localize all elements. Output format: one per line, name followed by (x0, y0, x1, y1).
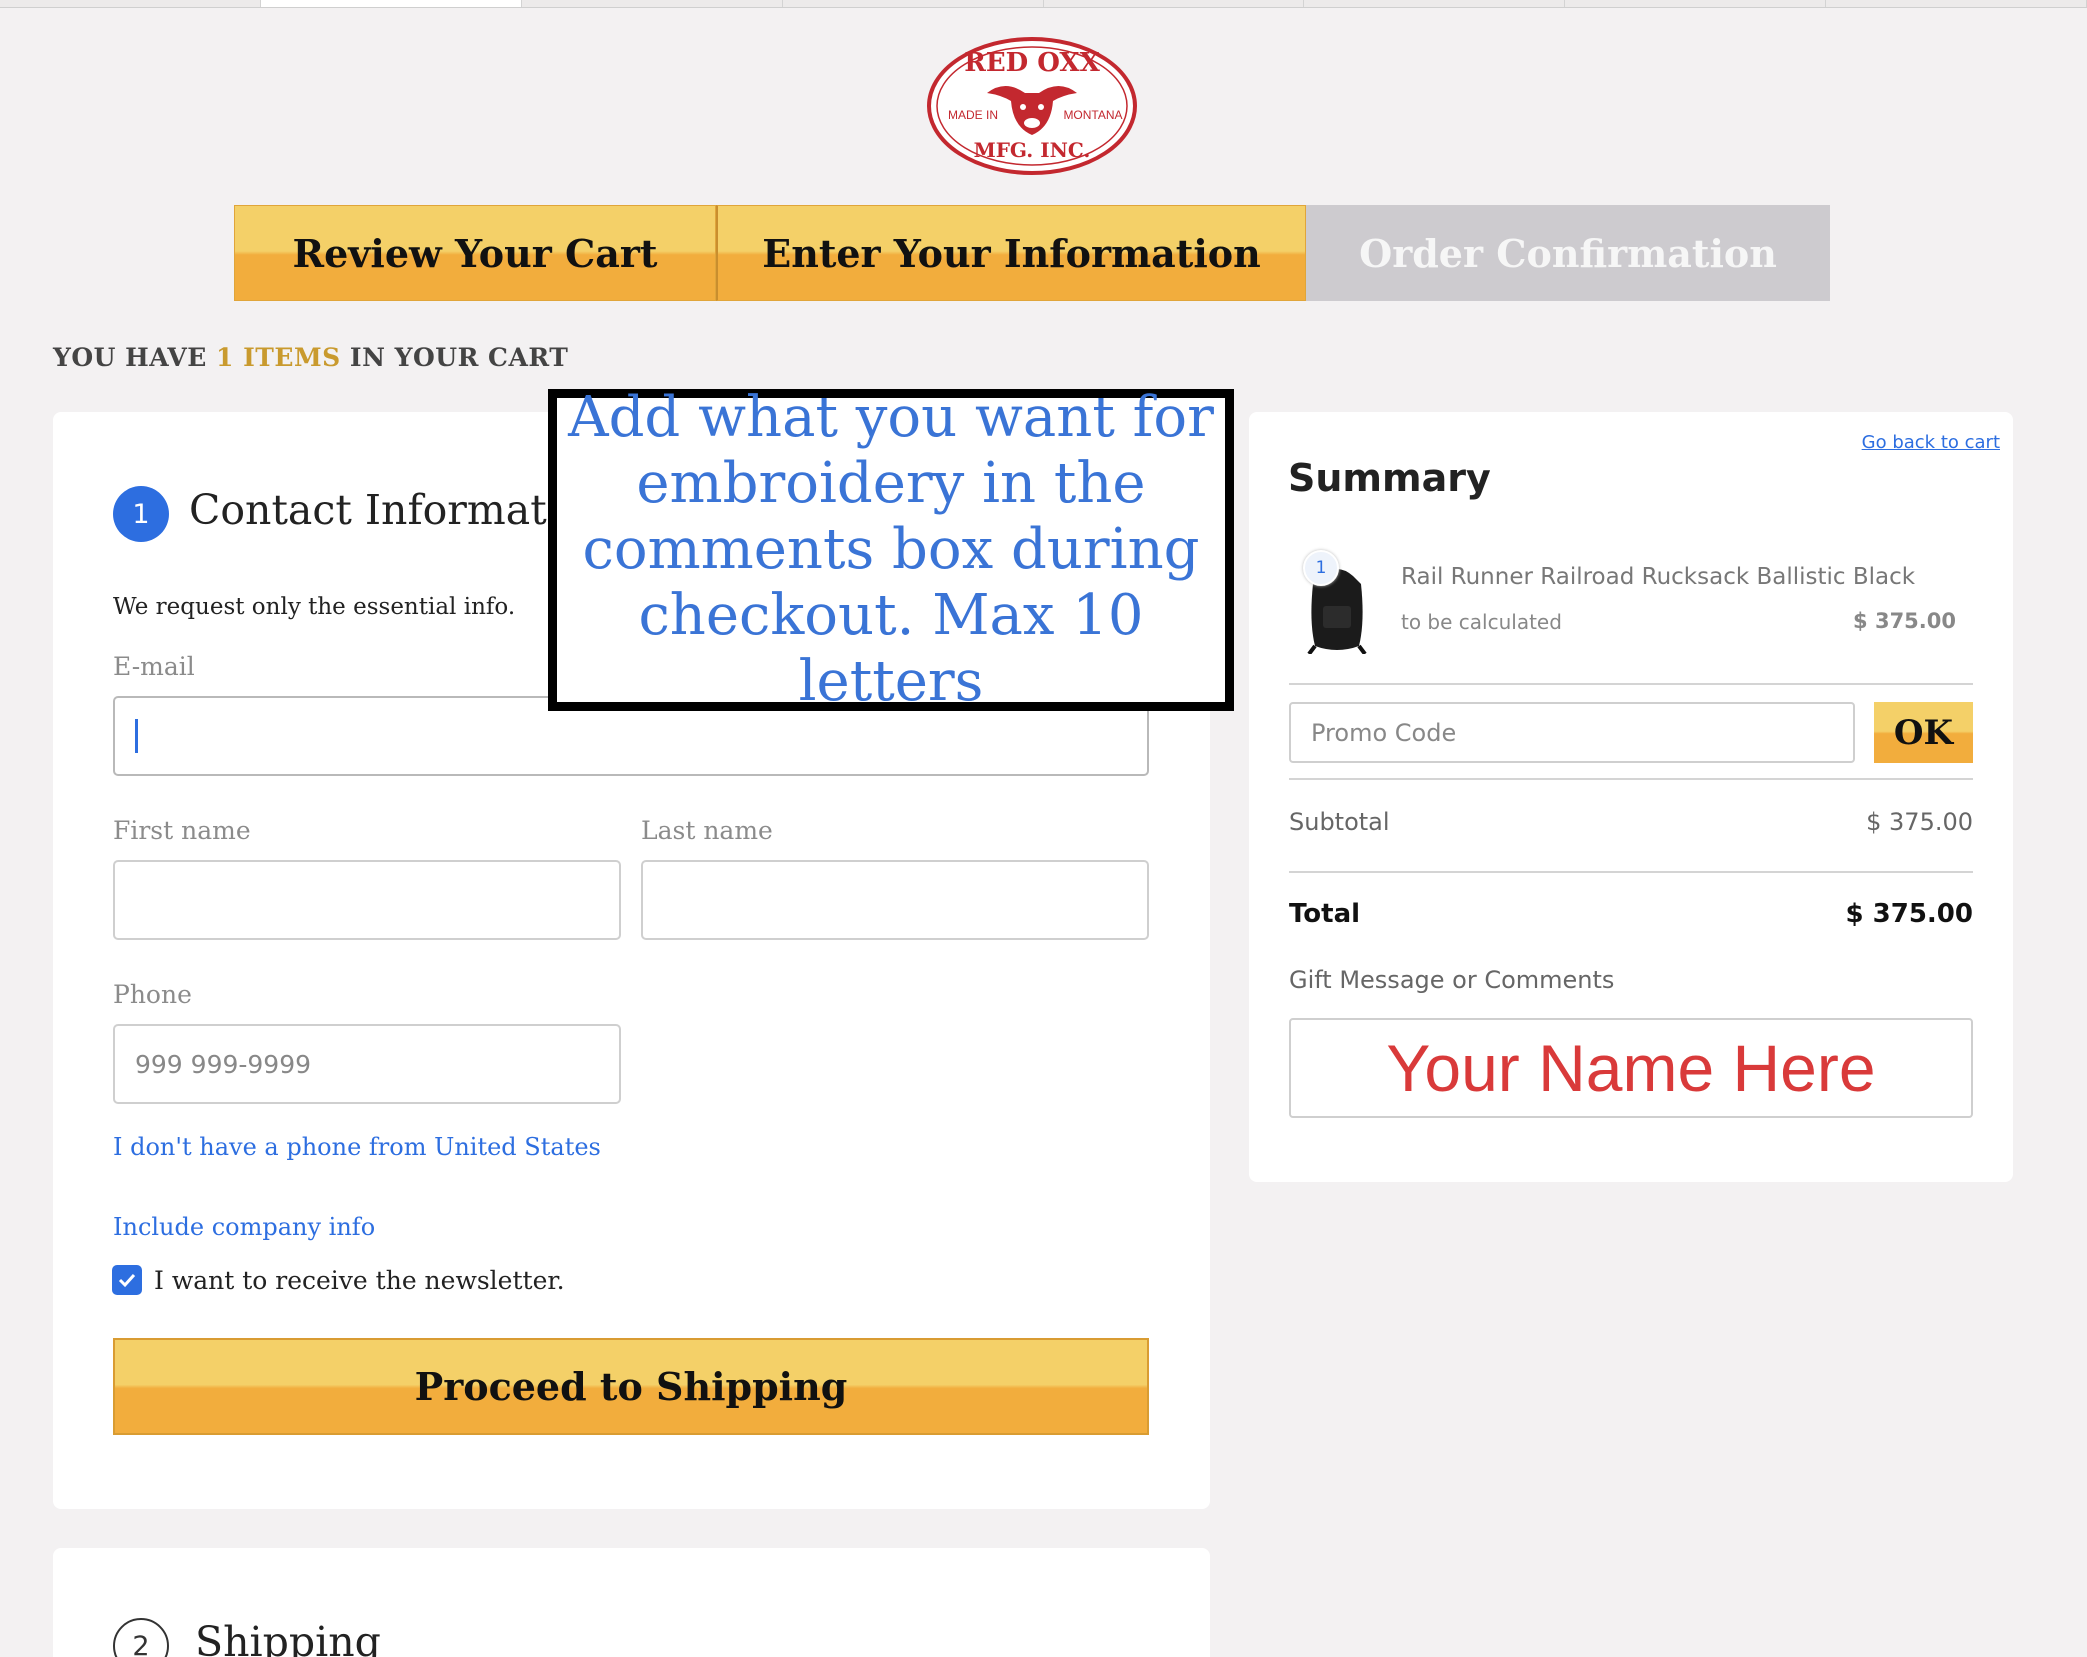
divider (1289, 778, 1973, 780)
section-title: Shipping (195, 1618, 381, 1657)
quantity-badge: 1 (1303, 550, 1339, 586)
subtotal-value: $ 375.00 (1866, 808, 1973, 836)
browser-tab[interactable] (783, 0, 1044, 7)
cart-count-prefix: YOU HAVE (53, 343, 207, 372)
step-label: Order Confirmation (1359, 230, 1777, 276)
note-text: Add what you want for embroidery in the … (568, 385, 1214, 714)
no-phone-link[interactable]: I don't have a phone from United States (113, 1133, 601, 1161)
browser-tab[interactable] (522, 0, 783, 7)
first-name-field[interactable] (113, 860, 621, 940)
intro-text: We request only the essential info. (113, 594, 516, 620)
first-name-label: First name (113, 816, 251, 845)
divider (1289, 871, 1973, 873)
browser-tab[interactable] (1304, 0, 1566, 7)
promo-ok-button[interactable]: OK (1874, 702, 1973, 763)
svg-text:MADE IN: MADE IN (948, 108, 998, 122)
button-label: Proceed to Shipping (414, 1364, 848, 1409)
phone-placeholder: 999 999-9999 (135, 1049, 312, 1079)
cart-count: YOU HAVE 1 ITEMS IN YOUR CART (53, 343, 568, 372)
promo-code-input[interactable]: Promo Code (1289, 702, 1855, 763)
cart-count-suffix: IN YOUR CART (349, 343, 569, 372)
gift-message-label: Gift Message or Comments (1289, 966, 1615, 994)
step-number-badge: 2 (113, 1618, 169, 1657)
phone-field[interactable]: 999 999-9999 (113, 1024, 621, 1104)
browser-tab-strip (0, 0, 2087, 8)
browser-tab[interactable] (1044, 0, 1305, 7)
text-cursor (135, 719, 138, 753)
checkout-steps: Review Your Cart Enter Your Information … (234, 205, 1830, 301)
gift-message-field[interactable]: Your Name Here (1289, 1018, 1973, 1118)
email-label: E-mail (113, 652, 195, 681)
embroidery-instruction-note: Add what you want for embroidery in the … (548, 385, 1234, 714)
step-label: Enter Your Information (762, 230, 1261, 276)
newsletter-label: I want to receive the newsletter. (154, 1265, 565, 1295)
svg-text:RED OXX: RED OXX (964, 48, 1100, 78)
step-order-confirmation: Order Confirmation (1306, 205, 1830, 301)
svg-text:MFG. INC.: MFG. INC. (974, 138, 1091, 162)
step-label: Review Your Cart (292, 230, 658, 276)
phone-label: Phone (113, 980, 192, 1009)
step-number-badge: 1 (113, 486, 169, 542)
svg-text:MONTANA: MONTANA (1063, 108, 1122, 122)
browser-tab[interactable] (1826, 0, 2087, 7)
browser-tab[interactable] (1565, 0, 1827, 7)
proceed-to-shipping-button[interactable]: Proceed to Shipping (113, 1338, 1149, 1435)
summary-title: Summary (1288, 456, 1491, 500)
subtotal-label: Subtotal (1289, 808, 1390, 836)
promo-placeholder: Promo Code (1311, 718, 1457, 747)
include-company-link[interactable]: Include company info (113, 1213, 375, 1241)
cart-count-value: 1 ITEMS (216, 343, 341, 372)
browser-tab[interactable] (0, 0, 261, 7)
order-summary-card: Go back to cart Summary 1 Rail Runner Ra… (1249, 412, 2013, 1182)
shipping-card: 2 Shipping (53, 1548, 1210, 1657)
product-price: $ 375.00 (1853, 609, 1956, 633)
divider (1289, 683, 1973, 685)
shipping-note: to be calculated (1401, 610, 1562, 634)
last-name-field[interactable] (641, 860, 1149, 940)
product-name: Rail Runner Railroad Rucksack Ballistic … (1401, 564, 1916, 590)
red-oxx-logo[interactable]: RED OXX MADE IN MONTANA MFG. INC. (925, 35, 1140, 177)
gift-message-text: Your Name Here (1386, 1031, 1876, 1105)
step-enter-information[interactable]: Enter Your Information (716, 205, 1306, 301)
step-review-cart[interactable]: Review Your Cart (234, 205, 716, 301)
total-value: $ 375.00 (1845, 899, 1973, 929)
browser-tab-active[interactable] (260, 0, 522, 7)
newsletter-option[interactable]: I want to receive the newsletter. (112, 1265, 565, 1295)
button-label: OK (1893, 712, 1954, 753)
total-label: Total (1289, 899, 1361, 929)
newsletter-checkbox[interactable] (112, 1265, 142, 1295)
check-icon (118, 1273, 136, 1288)
go-back-to-cart-link[interactable]: Go back to cart (1862, 432, 2000, 453)
last-name-label: Last name (641, 816, 773, 845)
